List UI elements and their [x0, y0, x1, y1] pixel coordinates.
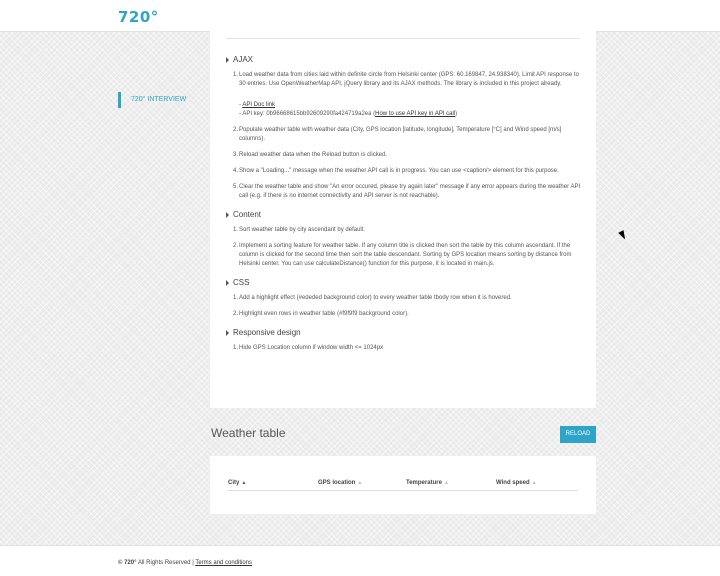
task-content: AJAX 1. Load weather data from cities la… — [226, 54, 582, 361]
column-header-city[interactable]: City ▲ — [228, 479, 246, 487]
api-key-help-link[interactable]: How to use API key in API call — [375, 111, 455, 117]
column-header-wind-speed[interactable]: Wind speed ▲ — [496, 479, 537, 487]
api-key-line: - API key: 0b96668615bb92609290fa424719a… — [239, 111, 458, 117]
list-item: 1. Sort weather table by city ascendant … — [233, 227, 366, 233]
weather-table: City ▲ GPS location ▲ Temperature ▲ Wind sp… — [210, 456, 596, 514]
list-item: 4. Show a "Loading..." message when the … — [233, 168, 559, 174]
reload-button[interactable]: RELOAD — [560, 426, 596, 443]
column-header-temperature[interactable]: Temperature ▲ — [406, 479, 449, 487]
sort-icon: ▲ — [357, 480, 363, 486]
column-header-gps-location[interactable]: GPS location ▲ — [318, 479, 362, 487]
list-item: 3. Reload weather data when the Reload b… — [233, 152, 388, 158]
copyright: © 720° All Rights Reserved | Terms and c… — [118, 560, 253, 566]
list-item: 2. Populate weather table with weather d… — [233, 127, 562, 142]
sort-ascending-icon: ▲ — [241, 480, 247, 486]
sort-icon: ▲ — [443, 480, 449, 486]
footer: © 720° All Rights Reserved | Terms and c… — [0, 545, 720, 576]
doc-link-line: - API Doc link — [239, 102, 276, 108]
caret-right-icon — [226, 330, 229, 336]
caret-right-icon — [226, 212, 229, 218]
section-title-content[interactable]: Content — [226, 209, 582, 221]
api-doc-link[interactable]: API Doc link — [242, 102, 275, 108]
section-title-responsive[interactable]: Responsive design — [226, 327, 582, 339]
section-css: CSS 1. Add a highlight effect (#ededed b… — [226, 277, 582, 319]
list-item: 1. Add a highlight effect (#ededed backg… — [233, 295, 512, 301]
section-ajax: AJAX 1. Load weather data from cities la… — [226, 54, 582, 201]
list-item: 1. Load weather data from cities laid wi… — [233, 71, 582, 119]
section-title-ajax[interactable]: AJAX — [226, 54, 582, 66]
weather-table-title: Weather table — [211, 426, 286, 440]
mouse-pointer-icon — [618, 230, 628, 241]
logo[interactable]: 720° — [118, 8, 159, 26]
sort-icon: ▲ — [531, 480, 537, 486]
list-item: 2. Highlight even rows in weather table … — [233, 311, 409, 317]
task-card: AJAX 1. Load weather data from cities la… — [210, 28, 596, 408]
caret-right-icon — [226, 280, 229, 286]
table-header: City ▲ GPS location ▲ Temperature ▲ Wind sp… — [228, 477, 578, 491]
list-item: 5. Clear the weather table and show "An … — [233, 184, 581, 199]
terms-link[interactable]: Terms and conditions — [195, 560, 252, 566]
sidebar-item-label: 720° INTERVIEW — [131, 96, 187, 103]
list-item: 2. Implement a sorting feature for weath… — [233, 243, 572, 267]
list-item: 1. Hide GPS Location column if window wi… — [233, 345, 384, 351]
sidebar-item-interview[interactable]: 720° INTERVIEW — [118, 92, 186, 108]
section-title-css[interactable]: CSS — [226, 277, 582, 289]
divider — [226, 38, 580, 39]
section-content: Content 1. Sort weather table by city as… — [226, 209, 582, 269]
section-responsive: Responsive design 1. Hide GPS Location c… — [226, 327, 582, 353]
caret-right-icon — [226, 57, 229, 63]
